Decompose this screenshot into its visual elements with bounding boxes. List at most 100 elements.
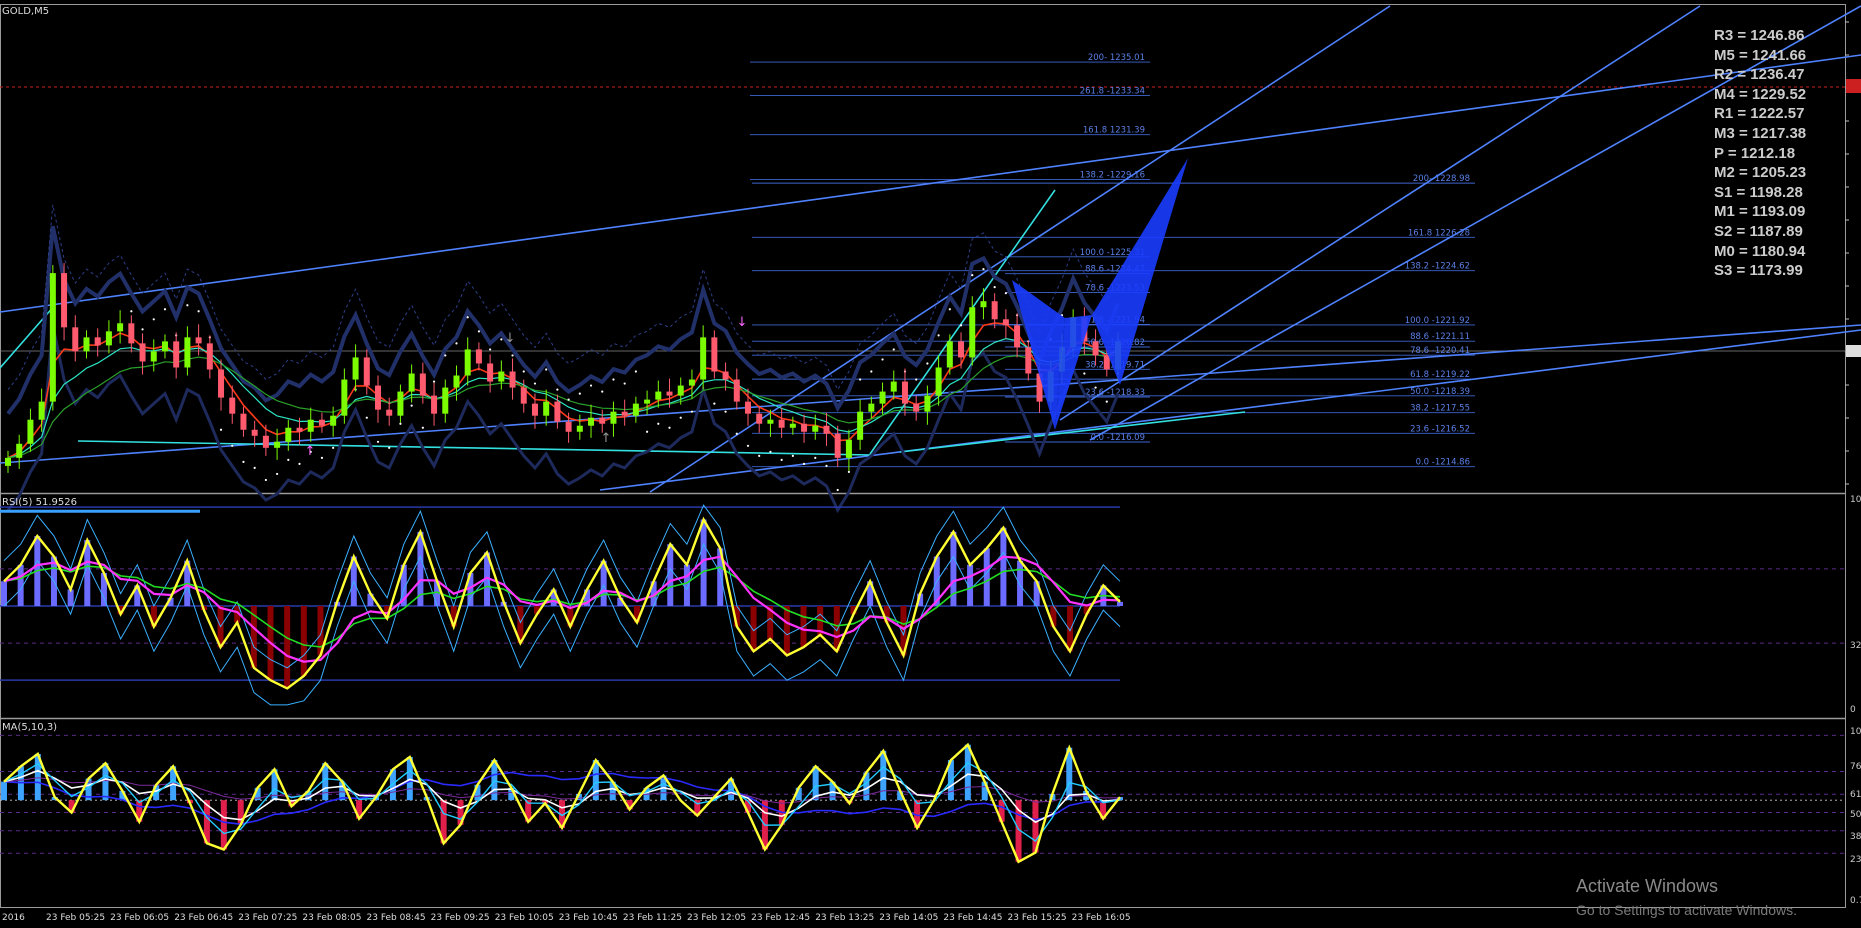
candle-body (745, 401, 751, 414)
aqua-line (899, 411, 1246, 453)
candle-body (655, 391, 662, 400)
parabolic-sar-dot (1083, 372, 1086, 375)
rsi-histogram-bar (1117, 601, 1123, 606)
fractal-arrow-icon: ↓ (505, 331, 516, 346)
candle-body (61, 273, 68, 328)
candle-body (1103, 355, 1110, 370)
candle-body (576, 425, 583, 432)
candle-body (733, 379, 740, 402)
candle-body (868, 403, 875, 412)
candle-body (274, 441, 281, 448)
candle-body (543, 401, 550, 416)
parabolic-sar-dot (881, 358, 884, 361)
time-axis-label: 23 Feb 05:25 (46, 913, 105, 923)
time-axis-label: 23 Feb 16:05 (1072, 913, 1131, 923)
macd-scale-label: 38.2 (1850, 832, 1861, 842)
parabolic-sar-dot (1094, 386, 1097, 389)
time-axis-label: 23 Feb 11:25 (623, 913, 682, 923)
candle-body (666, 391, 673, 396)
parabolic-sar-dot (589, 384, 593, 387)
rsi-histogram-bar (1000, 527, 1007, 606)
fib-level-label: 200- 1235.01 (1088, 53, 1145, 63)
rsi-histogram-bar (683, 564, 690, 606)
time-axis-label: 23 Feb 10:45 (559, 913, 618, 923)
trading-chart[interactable]: 100.0 -1225.3188.6 -1224.4778.6 -1223.53… (0, 0, 1861, 928)
parabolic-sar-dot (825, 464, 828, 467)
candle-body (610, 411, 617, 424)
pivot-r3: R3 = 1246.86 (1714, 27, 1805, 44)
candle-body (509, 371, 516, 388)
candle-body (431, 395, 438, 414)
parabolic-sar-dot (242, 460, 245, 463)
parabolic-sar-dot (556, 388, 559, 391)
trend-line (599, 329, 1861, 491)
parabolic-sar-dot (186, 304, 189, 307)
pivot-r2: R2 = 1236.47 (1714, 66, 1805, 84)
fib-level-label: 138.2 -1224.62 (1405, 262, 1470, 272)
rsi-histogram-bar (667, 544, 674, 606)
parabolic-sar-dot (1004, 292, 1007, 295)
candle-body (139, 343, 146, 362)
parabolic-sar-dot (623, 382, 626, 385)
macd-scale-label: 61.8 (1850, 790, 1861, 800)
candle-body (229, 397, 236, 414)
candle-body (632, 403, 639, 416)
parabolic-sar-dot (948, 308, 951, 311)
candle-body (767, 419, 774, 424)
candle-body (487, 363, 494, 382)
macd-scale-label: 76.6 (1850, 762, 1861, 772)
parabolic-sar-dot (657, 422, 660, 425)
candle-body (980, 301, 987, 308)
candle-body (464, 349, 471, 376)
time-axis-label: 23 Feb 12:05 (687, 913, 746, 923)
time-axis-label: 23 Feb 07:25 (238, 913, 297, 923)
parabolic-sar-dot (264, 478, 267, 482)
candle-body (565, 421, 572, 432)
rsi-scale-label: 32 (1850, 641, 1861, 651)
parabolic-sar-dot (634, 370, 637, 373)
pivot-s2: S2 = 1187.89 (1714, 222, 1803, 240)
fib-level-label: 50.0 -1218.39 (1410, 387, 1470, 397)
candle-body (901, 381, 908, 404)
pivot-p: P = 1212.18 (1714, 144, 1796, 162)
rsi-histogram-bar (1, 581, 7, 606)
candle-body (419, 373, 426, 396)
candle-body (262, 435, 269, 448)
time-axis-label: 23 Feb 08:05 (302, 913, 361, 923)
time-axis-label: 23 Feb 09:25 (431, 913, 490, 923)
candle-body (307, 419, 314, 432)
parabolic-sar-dot (859, 378, 862, 381)
candle-body (27, 419, 34, 444)
parabolic-sar-dot (545, 368, 548, 371)
parabolic-sar-dot (477, 330, 481, 333)
candle-body (251, 429, 258, 436)
parabolic-sar-dot (814, 456, 817, 459)
candle-body (924, 395, 931, 412)
candle-body (363, 357, 370, 386)
parabolic-sar-dot (982, 267, 985, 271)
macd-scale-label: 0.7 (1850, 896, 1861, 906)
candle-body (206, 343, 213, 370)
time-axis-label: 23 Feb 06:45 (174, 913, 233, 923)
parabolic-sar-dot (421, 426, 424, 429)
fractal-arrow-icon: ↑ (601, 431, 612, 446)
rsi-histogram-bar (1017, 560, 1024, 606)
time-axis-label: 23 Feb 10:05 (495, 913, 554, 923)
parabolic-sar-dot (298, 462, 301, 465)
pivot-r1: R1 = 1222.57 (1714, 105, 1805, 123)
candle-body (789, 423, 796, 428)
parabolic-sar-dot (231, 444, 234, 447)
time-axis-label: 2016 (2, 913, 25, 923)
candle-body (49, 273, 56, 402)
parabolic-sar-dot (802, 462, 806, 465)
candle-body (117, 323, 124, 332)
fib-level-label: 38.2 -1217.55 (1410, 404, 1470, 414)
fib-level-label: 100.0 -1221.92 (1405, 316, 1470, 326)
parabolic-sar-dot (511, 354, 514, 357)
trend-line (0, 54, 1861, 313)
parabolic-sar-dot (780, 458, 783, 461)
fib-level-label: 88.6 -1221.11 (1410, 332, 1470, 342)
rsi-histogram-bar (300, 606, 307, 677)
candle-body (935, 367, 942, 396)
candle-body (150, 351, 157, 362)
